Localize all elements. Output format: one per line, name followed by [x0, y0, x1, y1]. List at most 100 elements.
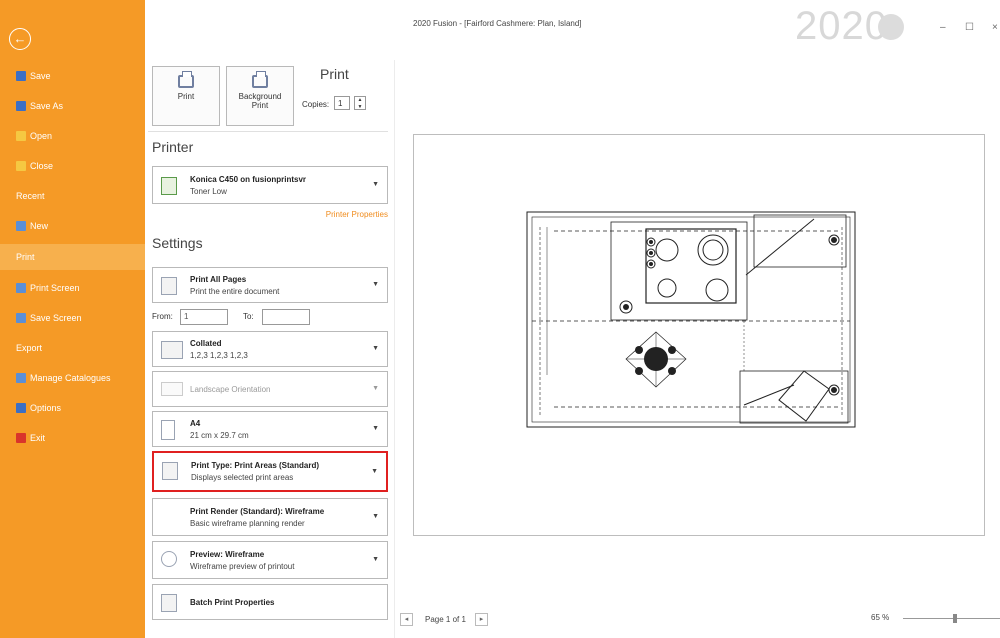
sidebar-item-label: Save Screen: [30, 313, 82, 323]
orientation-select[interactable]: Landscape Orientation ▼: [152, 371, 388, 407]
sidebar-item-label: Manage Catalogues: [30, 373, 111, 383]
sidebar-item-label: Recent: [16, 191, 45, 201]
print-type-title: Print Type: Print Areas (Standard): [191, 461, 320, 470]
copies-stepper[interactable]: ▲ ▼: [354, 96, 366, 110]
table-and-chairs: [644, 347, 668, 371]
print-button[interactable]: Print: [152, 66, 220, 126]
pages-select[interactable]: Print All Pages Print the entire documen…: [152, 267, 388, 303]
pages-icon: [161, 277, 177, 295]
sidebar-item-options[interactable]: Options: [0, 396, 145, 420]
to-input[interactable]: [262, 309, 310, 325]
sidebar-item-label: New: [30, 221, 49, 231]
sidebar-item-manage-catalogues[interactable]: Manage Catalogues: [0, 366, 145, 390]
zoom-slider-handle[interactable]: [953, 614, 957, 623]
maximize-button[interactable]: ☐: [965, 22, 974, 33]
sidebar-item-open[interactable]: Open: [0, 124, 145, 148]
collate-title: Collated: [190, 339, 222, 348]
printer-icon: [178, 71, 194, 88]
print-render-desc: Basic wireframe planning render: [190, 519, 305, 528]
paper-size-select[interactable]: A4 21 cm x 29.7 cm ▼: [152, 411, 388, 447]
collation-select[interactable]: Collated 1,2,3 1,2,3 1,2,3 ▼: [152, 331, 388, 367]
sidebar-item-label: Print Screen: [30, 283, 80, 293]
sidebar-item-close[interactable]: Close: [0, 154, 145, 178]
chevron-down-icon: ▼: [371, 467, 378, 475]
sidebar-item-save[interactable]: Save: [0, 64, 145, 88]
sidebar-item-export[interactable]: Export: [0, 336, 145, 360]
print-render-title: Print Render (Standard): Wireframe: [190, 507, 325, 516]
save-screen-icon: [16, 313, 26, 323]
settings-heading: Settings: [152, 235, 203, 251]
save-as-icon: [16, 101, 26, 111]
print-type-desc: Displays selected print areas: [191, 473, 294, 482]
paper-desc: 21 cm x 29.7 cm: [190, 431, 249, 440]
print-heading: Print: [320, 66, 349, 82]
from-input[interactable]: 1: [180, 309, 228, 325]
floor-plan-drawing: [526, 211, 856, 428]
sidebar-item-exit[interactable]: Exit: [0, 426, 145, 450]
printer-heading: Printer: [152, 139, 194, 155]
minimize-button[interactable]: –: [940, 22, 946, 33]
from-label: From:: [152, 312, 173, 321]
options-icon: [16, 403, 26, 413]
sidebar-item-label: Options: [30, 403, 62, 413]
sidebar-item-new[interactable]: New: [0, 214, 145, 238]
batch-print-properties-button[interactable]: Batch Print Properties: [152, 584, 388, 620]
window-title: 2020 Fusion - [Fairford Cashmere: Plan, …: [413, 19, 582, 28]
copies-input[interactable]: 1: [334, 96, 350, 110]
panel-divider: [394, 60, 395, 638]
printer-properties-link[interactable]: Printer Properties: [326, 210, 388, 219]
page-indicator: Page 1 of 1: [425, 615, 466, 624]
sidebar-item-save-screen[interactable]: Save Screen: [0, 306, 145, 330]
collate-desc: 1,2,3 1,2,3 1,2,3: [190, 351, 248, 360]
printer-status-icon: [161, 177, 177, 195]
batch-print-icon: [161, 594, 177, 612]
exit-icon: [16, 433, 26, 443]
sidebar-item-label: Save As: [30, 101, 64, 111]
sidebar-item-label: Save: [30, 71, 51, 81]
chevron-down-icon: ▼: [372, 425, 379, 432]
user-avatar-icon[interactable]: [878, 14, 904, 40]
orientation-label: Landscape Orientation: [190, 385, 271, 394]
divider: [148, 131, 388, 132]
sidebar-item-label: Exit: [30, 433, 46, 443]
sidebar-item-save-as[interactable]: Save As: [0, 94, 145, 118]
pages-desc: Print the entire document: [190, 287, 280, 296]
save-icon: [16, 71, 26, 81]
zoom-slider-track[interactable]: [903, 618, 1000, 619]
print-screen-icon: [16, 283, 26, 293]
sidebar-item-print[interactable]: Print: [0, 244, 145, 270]
previous-page-button[interactable]: ◂: [400, 613, 413, 626]
next-page-button[interactable]: ▸: [475, 613, 488, 626]
back-arrow-icon[interactable]: ←: [9, 28, 31, 50]
paper-title: A4: [190, 419, 201, 428]
chevron-down-icon: ▼: [372, 385, 379, 392]
chevron-down-icon: ▼: [372, 181, 379, 188]
close-button[interactable]: ×: [992, 22, 998, 33]
background-print-button[interactable]: Background Print: [226, 66, 294, 126]
print-type-select[interactable]: Print Type: Print Areas (Standard) Displ…: [152, 451, 388, 492]
preview-title: Preview: Wireframe: [190, 550, 265, 559]
room-outline: [526, 211, 856, 428]
backstage-sidebar: ← Save Save As Open Close Recent New Pri…: [0, 0, 145, 638]
sidebar-item-recent[interactable]: Recent: [0, 184, 145, 208]
preview-mode-select[interactable]: Preview: Wireframe Wireframe preview of …: [152, 541, 388, 579]
landscape-icon: [161, 382, 183, 396]
chevron-down-icon: ▼: [372, 281, 379, 288]
paper-icon: [161, 420, 175, 440]
sidebar-item-print-screen[interactable]: Print Screen: [0, 276, 145, 300]
new-document-icon: [16, 221, 26, 231]
catalogue-icon: [16, 373, 26, 383]
batch-print-label: Batch Print Properties: [190, 598, 275, 607]
collate-icon: [161, 341, 183, 359]
magnifier-icon: [161, 551, 177, 567]
app-logo: 2020: [795, 4, 888, 48]
pages-title: Print All Pages: [190, 275, 247, 284]
folder-close-icon: [16, 161, 26, 171]
preview-desc: Wireframe preview of printout: [190, 562, 295, 571]
printer-select[interactable]: Konica C450 on fusionprintsvr Toner Low …: [152, 166, 388, 204]
print-render-select[interactable]: Print Render (Standard): Wireframe Basic…: [152, 498, 388, 536]
sidebar-item-label: Export: [16, 343, 43, 353]
printer-icon: [252, 71, 268, 88]
sidebar-item-label: Close: [30, 161, 54, 171]
sidebar-item-label: Print: [16, 252, 35, 262]
